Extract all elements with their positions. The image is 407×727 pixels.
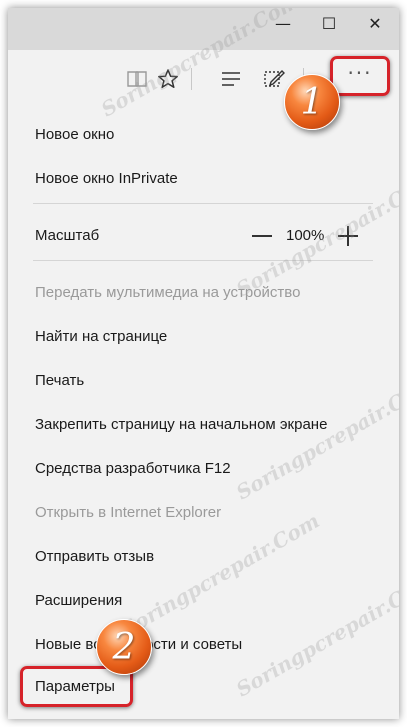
more-actions-icon: ··· — [347, 61, 373, 85]
plus-icon-vertical — [347, 226, 349, 246]
menu-divider — [33, 260, 373, 261]
web-note-icon — [264, 70, 285, 87]
more-actions-button[interactable]: ··· — [330, 56, 390, 96]
menu-item-pin[interactable]: Закрепить страницу на начальном экране — [35, 416, 327, 433]
step-1-badge: 1 — [284, 74, 340, 130]
favorite-star-icon — [158, 69, 178, 89]
minimize-button[interactable]: — — [260, 8, 306, 38]
maximize-button[interactable]: ☐ — [306, 8, 352, 38]
menu-item-new-inprivate[interactable]: Новое окно InPrivate — [35, 170, 178, 187]
close-icon: ✕ — [368, 13, 382, 33]
reading-view-icon — [127, 71, 147, 87]
minimize-icon: — — [275, 13, 291, 33]
menu-item-feedback[interactable]: Отправить отзыв — [35, 548, 154, 565]
menu-item-find[interactable]: Найти на странице — [35, 328, 167, 345]
title-bar: — ☐ ✕ — [8, 8, 399, 50]
hub-icon — [222, 72, 240, 86]
reading-view-button[interactable] — [120, 62, 154, 96]
menu-item-new-window[interactable]: Новое окно — [35, 126, 114, 143]
edge-window: — ☐ ✕ ··· Новое окно Новое окно InPrivat… — [8, 8, 399, 719]
zoom-label: Масштаб — [35, 227, 100, 244]
maximize-icon: ☐ — [321, 13, 337, 33]
step-2-badge: 2 — [96, 619, 152, 675]
toolbar: ··· — [8, 50, 399, 108]
menu-divider — [33, 203, 373, 204]
zoom-out-button[interactable] — [252, 235, 272, 237]
menu-item-cast: Передать мультимедиа на устройство — [35, 284, 301, 301]
close-button[interactable]: ✕ — [352, 8, 398, 38]
toolbar-separator — [191, 68, 192, 90]
hub-button[interactable] — [214, 62, 248, 96]
menu-item-devtools[interactable]: Средства разработчика F12 — [35, 460, 231, 477]
favorite-button[interactable] — [151, 62, 185, 96]
menu-item-extensions[interactable]: Расширения — [35, 592, 122, 609]
menu-item-print[interactable]: Печать — [35, 372, 84, 389]
more-actions-menu — [8, 108, 399, 719]
menu-item-open-ie: Открыть в Internet Explorer — [35, 504, 222, 521]
zoom-value: 100% — [286, 227, 325, 244]
